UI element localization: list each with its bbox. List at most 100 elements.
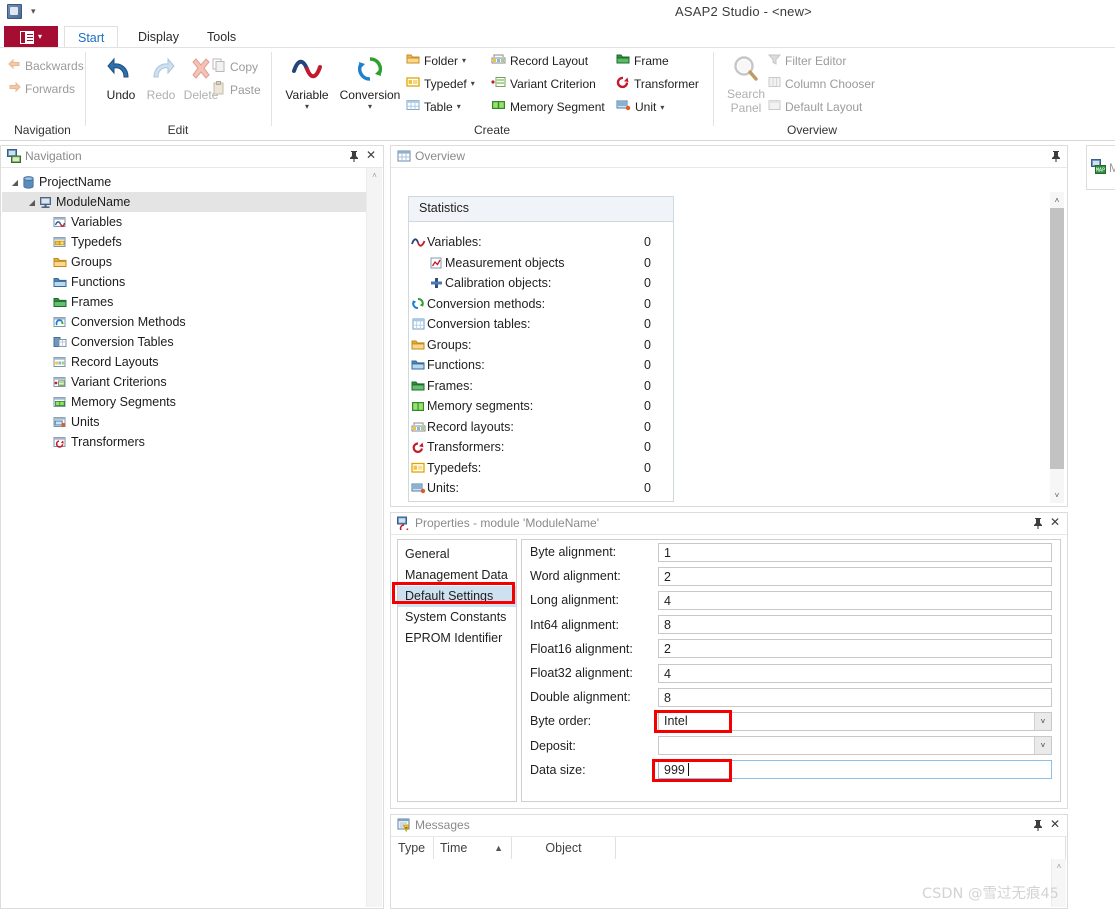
deposit-combobox[interactable]: ˅ bbox=[658, 736, 1052, 756]
properties-tab-eprom-identifier[interactable]: EPROM Identifier bbox=[398, 628, 516, 649]
create-typedef-button[interactable]: Typedef ▾ bbox=[406, 76, 475, 91]
tree-item-groups[interactable]: Groups bbox=[2, 252, 366, 272]
expander-icon[interactable]: ◢ bbox=[25, 198, 39, 207]
functions-folder-icon bbox=[409, 359, 427, 371]
create-variant-criterion-button[interactable]: Variant Criterion bbox=[491, 76, 596, 91]
navigation-scrollbar[interactable]: ˄ bbox=[366, 168, 382, 907]
properties-tab-default-settings[interactable]: Default Settings bbox=[398, 586, 516, 607]
scrollbar-thumb[interactable] bbox=[1050, 208, 1064, 469]
stat-row-memory-segments: Memory segments: 0 bbox=[409, 396, 673, 417]
properties-tab-list[interactable]: General Management Data Default Settings… bbox=[392, 539, 517, 802]
watermark: CSDN @雪过无痕45 bbox=[922, 886, 1059, 902]
float32-alignment-input[interactable]: 4 bbox=[658, 663, 1052, 683]
column-chooser-button[interactable]: Column Chooser bbox=[768, 76, 875, 91]
filter-editor-button[interactable]: Filter Editor bbox=[767, 53, 846, 68]
tree-item-memory-segments[interactable]: Memory Segments bbox=[2, 392, 366, 412]
chevron-down-icon[interactable]: ▾ bbox=[276, 103, 338, 111]
scroll-up-icon[interactable]: ˄ bbox=[367, 168, 382, 183]
tree-item-record-layouts[interactable]: Record Layouts bbox=[2, 352, 366, 372]
column-header-time[interactable]: Time ▲ bbox=[434, 837, 512, 859]
tree-item-variant-criterions[interactable]: Variant Criterions bbox=[2, 372, 366, 392]
byte-order-combobox[interactable]: Intel ˅ bbox=[658, 711, 1052, 731]
tree-item-variables[interactable]: Variables bbox=[2, 212, 366, 232]
chevron-down-icon[interactable]: ▾ bbox=[660, 103, 664, 112]
column-header-blank[interactable] bbox=[616, 837, 1066, 859]
create-conversion-button[interactable]: Conversion ▾ bbox=[332, 52, 408, 111]
paste-icon bbox=[212, 81, 226, 98]
search-magnifier-icon bbox=[720, 52, 772, 86]
chevron-down-icon[interactable]: ▾ bbox=[471, 79, 475, 88]
variable-wave-icon bbox=[409, 237, 427, 248]
frame-icon bbox=[616, 53, 630, 68]
chevron-down-icon[interactable]: ˅ bbox=[1034, 737, 1051, 755]
ribbon-forwards-button[interactable]: Forwards bbox=[8, 81, 75, 96]
column-chooser-label: Column Chooser bbox=[785, 76, 876, 91]
scroll-up-icon[interactable]: ˄ bbox=[1052, 859, 1066, 873]
search-panel-button[interactable]: Search Panel bbox=[720, 52, 772, 114]
tree-item-frames[interactable]: Frames bbox=[2, 292, 366, 312]
float16-alignment-input[interactable]: 2 bbox=[658, 639, 1052, 659]
properties-tab-general[interactable]: General bbox=[398, 544, 516, 565]
ribbon-tab-strip[interactable]: ▾ Start Display Tools bbox=[0, 26, 1115, 50]
chevron-down-icon[interactable]: ˅ bbox=[1034, 712, 1051, 730]
tab-tools[interactable]: Tools bbox=[194, 26, 249, 48]
create-folder-button[interactable]: Folder ▾ bbox=[406, 53, 466, 68]
stat-label: Typedefs: bbox=[427, 460, 482, 475]
ribbon-forwards-label: Forwards bbox=[25, 81, 76, 96]
word-alignment-input[interactable]: 2 bbox=[658, 566, 1052, 586]
search-panel-label-1: Search bbox=[726, 87, 766, 101]
close-icon[interactable]: ✕ bbox=[1048, 817, 1062, 831]
pin-icon[interactable] bbox=[347, 149, 361, 163]
unit-icon bbox=[409, 482, 427, 495]
close-icon[interactable]: ✕ bbox=[1048, 515, 1062, 529]
create-variable-button[interactable]: Variable ▾ bbox=[276, 52, 338, 111]
create-table-button[interactable]: Table ▾ bbox=[406, 99, 461, 114]
pin-icon[interactable] bbox=[1049, 149, 1063, 163]
tree-item-functions[interactable]: Functions bbox=[2, 272, 366, 292]
field-label: Byte alignment: bbox=[530, 545, 617, 560]
tree-item-project[interactable]: ◢ ProjectName bbox=[2, 172, 366, 192]
pin-icon[interactable] bbox=[1031, 818, 1045, 832]
search-panel-label-2: Panel bbox=[730, 101, 762, 115]
column-header-object[interactable]: Object bbox=[512, 837, 616, 859]
byte-alignment-input[interactable]: 1 bbox=[658, 542, 1052, 562]
properties-tab-system-constants[interactable]: System Constants bbox=[398, 607, 516, 628]
data-size-input[interactable]: 999 bbox=[658, 760, 1052, 780]
double-alignment-input[interactable]: 8 bbox=[658, 687, 1052, 707]
file-menu-button[interactable]: ▾ bbox=[4, 26, 58, 48]
field-row-byte-order: Byte order: Intel ˅ bbox=[522, 709, 1060, 734]
create-unit-button[interactable]: Unit ▾ bbox=[616, 99, 664, 115]
scroll-up-icon[interactable]: ˄ bbox=[1050, 192, 1064, 208]
column-header-type[interactable]: Type bbox=[392, 837, 434, 859]
scroll-down-icon[interactable]: ˅ bbox=[1050, 487, 1064, 503]
overview-scrollbar[interactable]: ˄ ˅ bbox=[1050, 192, 1064, 503]
int64-alignment-input[interactable]: 8 bbox=[658, 615, 1052, 635]
properties-tab-management-data[interactable]: Management Data bbox=[398, 565, 516, 586]
create-transformer-button[interactable]: Transformer bbox=[616, 76, 699, 92]
tree-item-label: ProjectName bbox=[39, 175, 112, 189]
tree-item-units[interactable]: Units bbox=[2, 412, 366, 432]
tree-item-conversion-tables[interactable]: Conversion Tables bbox=[2, 332, 366, 352]
create-memory-segment-button[interactable]: Memory Segment bbox=[491, 99, 605, 114]
expander-icon[interactable]: ◢ bbox=[8, 178, 22, 187]
ribbon-backwards-button[interactable]: Backwards bbox=[8, 58, 84, 73]
tree-item-typedefs[interactable]: Typedefs bbox=[2, 232, 366, 252]
right-dock-tab[interactable]: MAP M... bbox=[1086, 145, 1115, 190]
chevron-down-icon[interactable]: ▾ bbox=[462, 56, 466, 65]
paste-button[interactable]: Paste bbox=[212, 81, 261, 98]
close-icon[interactable]: ✕ bbox=[364, 148, 378, 162]
create-record-layout-button[interactable]: Record Layout bbox=[491, 53, 588, 68]
pin-icon[interactable] bbox=[1031, 516, 1045, 530]
chevron-down-icon[interactable]: ▾ bbox=[457, 102, 461, 111]
tab-display[interactable]: Display bbox=[125, 26, 192, 48]
default-layout-button[interactable]: Default Layout bbox=[768, 99, 862, 114]
tree-item-transformers[interactable]: Transformers bbox=[2, 432, 366, 452]
tree-item-module[interactable]: ◢ ModuleName bbox=[2, 192, 366, 212]
copy-button[interactable]: Copy bbox=[212, 58, 258, 75]
chevron-down-icon[interactable]: ▾ bbox=[332, 103, 408, 111]
long-alignment-input[interactable]: 4 bbox=[658, 590, 1052, 610]
create-frame-button[interactable]: Frame bbox=[616, 53, 669, 68]
statistics-list: Variables: 0 Measurement objects 0 Calib… bbox=[409, 222, 673, 499]
ribbon-group-overview-title: Overview bbox=[786, 123, 837, 137]
tree-item-conversion-methods[interactable]: Conversion Methods bbox=[2, 312, 366, 332]
